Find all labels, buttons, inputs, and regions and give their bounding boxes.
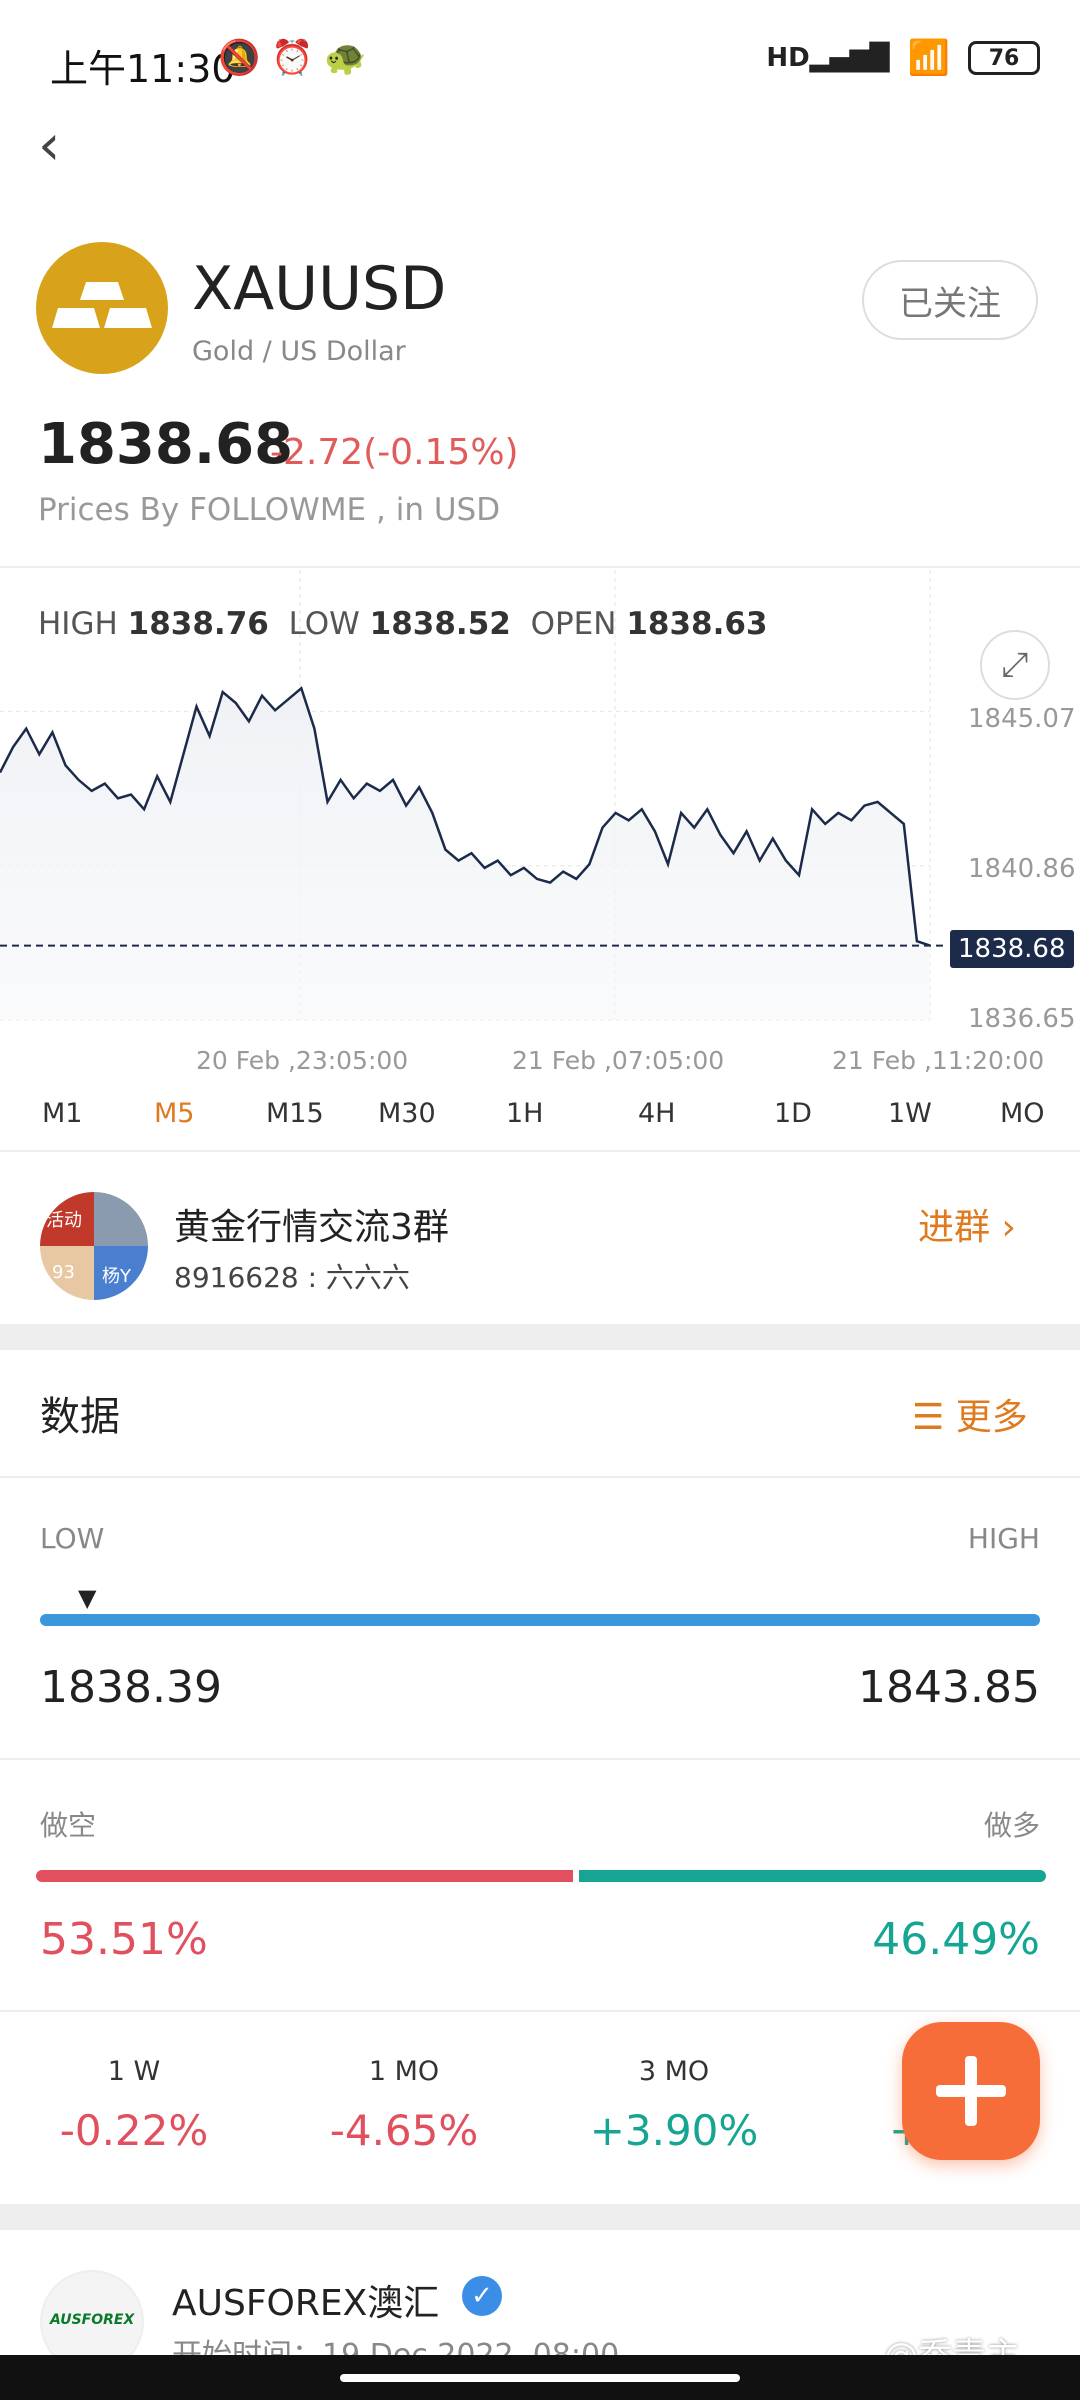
section-separator [0,1324,1080,1350]
gold-bars-logo [36,242,168,374]
data-section-title: 数据 [40,1394,120,1440]
range-low-value: 1838.39 [40,1662,222,1713]
day-range-bar [40,1614,1040,1626]
more-label: 更多 [955,1397,1028,1438]
x-tick-label: 21 Feb ,07:05:00 [512,1046,725,1075]
verified-badge-icon: ✓ [462,2276,502,2316]
app-notification-icon: 🐢 [324,38,367,78]
back-chevron-icon[interactable]: ‹ [38,118,60,174]
y-tick-label: 1840.86 [968,854,1076,884]
x-tick-label: 20 Feb ,23:05:00 [196,1046,409,1075]
perf-period-label: 3 MO [638,2056,710,2087]
timeframe-1h[interactable]: 1H [506,1098,543,1129]
perf-period-value: -0.22% [59,2106,209,2155]
group-avatar[interactable]: 活动 93 杨Y [40,1192,148,1300]
y-tick-label: 1845.07 [968,704,1076,734]
timeframe-m5[interactable]: M5 [154,1098,194,1129]
symbol-name: Gold / US Dollar [192,336,406,367]
avatar-tag: 活动 [46,1210,82,1231]
y-tick-label: 1836.65 [968,1004,1076,1034]
follow-button[interactable]: 已关注 [862,260,1038,340]
range-low-label: LOW [40,1522,105,1555]
symbol-title: XAUUSD [192,254,447,324]
author-name[interactable]: AUSFOREX澳汇 [172,2274,439,2326]
timeframe-m1[interactable]: M1 [42,1098,82,1129]
wifi-icon: 📶 [907,38,950,78]
long-ratio-bar [579,1870,1046,1882]
status-system-icons: HD▂▄▆█ 📶 76 [766,38,1040,78]
add-fab-button[interactable] [902,2022,1040,2160]
x-tick-label: 21 Feb ,11:20:00 [832,1046,1045,1075]
section-separator [0,2204,1080,2230]
join-group-button[interactable]: 进群 › [918,1198,1016,1250]
status-time: 上午11:30 [50,47,236,91]
divider [0,1758,1080,1760]
current-price: 1838.68 [38,412,294,477]
perf-period-label: 1 MO [368,2056,440,2087]
author-logo-text: AUSFOREX [50,2312,135,2328]
chart-area [0,688,930,1020]
battery-level: 76 [988,45,1020,71]
battery-icon: 76 [968,41,1040,75]
more-button[interactable]: ☰ 更多 [912,1388,1028,1440]
current-price-tag: 1838.68 [950,930,1074,968]
perf-period-value: -4.65% [329,2106,479,2155]
group-subtitle: 8916628 : 六六六 [174,1261,410,1294]
group-name[interactable]: 黄金行情交流3群 [174,1198,449,1250]
short-label: 做空 [40,1809,97,1842]
long-percentage: 46.49% [872,1914,1040,1965]
timeframe-m15[interactable]: M15 [266,1098,324,1129]
long-label: 做多 [983,1809,1040,1842]
timeframe-1d[interactable]: 1D [774,1098,812,1129]
status-notification-icons: 🔕 ⏰ 🐢 [218,38,367,78]
short-ratio-bar [36,1870,573,1882]
divider [0,566,1080,568]
avatar-tag: 杨Y [102,1266,131,1287]
divider [0,2010,1080,2012]
price-chart[interactable] [0,570,1080,1030]
range-high-value: 1843.85 [858,1662,1040,1713]
timeframe-4h[interactable]: 4H [638,1098,675,1129]
divider [0,1150,1080,1152]
plus-icon [936,2056,1006,2126]
timeframe-1w[interactable]: 1W [888,1098,932,1129]
timeframe-m30[interactable]: M30 [378,1098,436,1129]
avatar-tag: 93 [52,1262,75,1283]
perf-period-label: 1 W [107,2056,161,2087]
divider [0,1476,1080,1478]
perf-period-value: +3.90% [589,2106,759,2155]
range-high-label: HIGH [967,1522,1040,1555]
mute-icon: 🔕 [218,38,261,78]
price-source: Prices By FOLLOWME , in USD [38,492,501,528]
range-marker-icon: ▼ [78,1584,97,1612]
home-gesture-handle[interactable] [340,2374,740,2382]
alarm-icon: ⏰ [271,38,314,78]
price-change: -2.72(-0.15%) [270,432,519,473]
timeframe-mo[interactable]: MO [1000,1098,1045,1129]
signal-icon: HD▂▄▆█ [766,43,890,73]
short-percentage: 53.51% [40,1914,208,1965]
list-icon: ☰ [912,1397,945,1438]
